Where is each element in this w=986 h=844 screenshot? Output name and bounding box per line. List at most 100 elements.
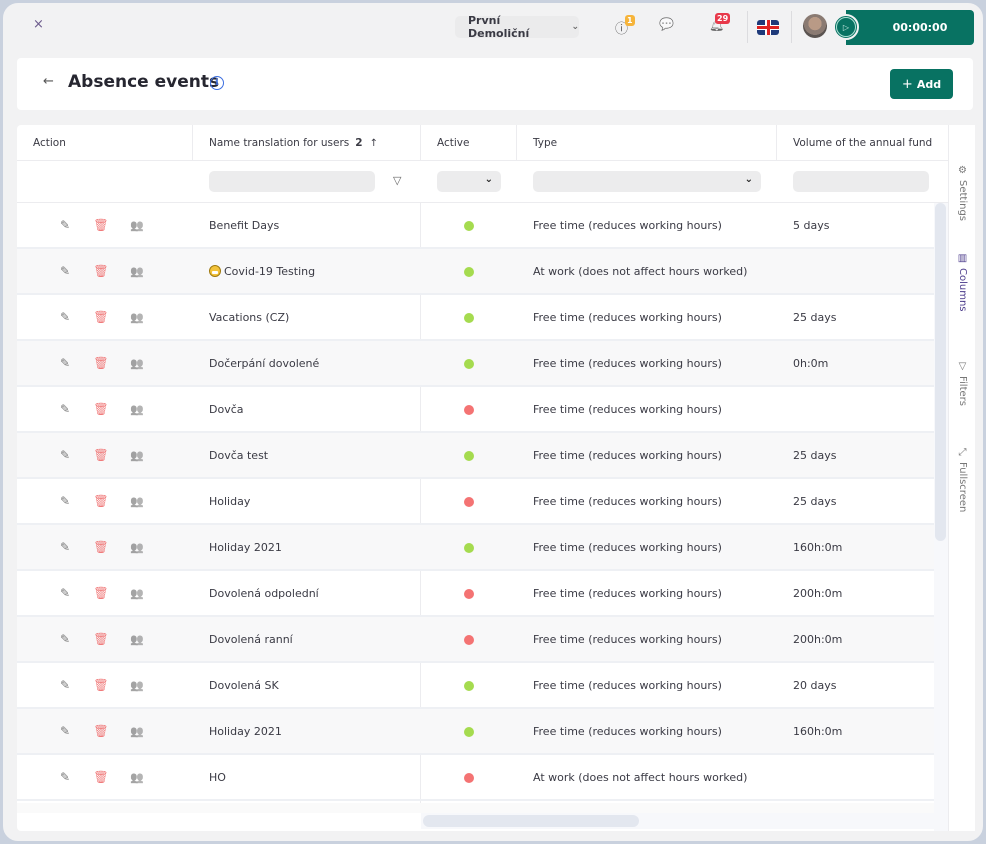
side-panel-columns[interactable]: ▥ Columns: [949, 253, 976, 312]
table-row[interactable]: ✎ 🗑 👥 Holiday Free time (reduces working hou…: [17, 479, 934, 525]
edit-icon[interactable]: ✎: [57, 402, 73, 416]
active-status-dot: [464, 221, 474, 231]
edit-icon[interactable]: ✎: [57, 540, 73, 554]
side-panel-filters[interactable]: ▽ Filters: [949, 361, 976, 406]
active-filter-select[interactable]: ⌄: [437, 171, 501, 192]
avatar[interactable]: [803, 14, 827, 38]
side-panel-fullscreen[interactable]: ⤢ Fullscreen: [949, 447, 976, 512]
column-header-active[interactable]: Active: [421, 125, 517, 161]
absence-events-table: Action Name translation for users 2 ↑ Ac…: [17, 125, 948, 831]
back-arrow-icon[interactable]: ←: [43, 74, 54, 89]
type-filter-select[interactable]: ⌄: [533, 171, 761, 192]
users-icon[interactable]: 👥: [129, 725, 145, 738]
delete-icon[interactable]: 🗑: [93, 494, 109, 508]
annual-fund-volume: 20 days: [793, 679, 837, 692]
users-icon[interactable]: 👥: [129, 311, 145, 324]
timer-button[interactable]: 00:00:00: [846, 10, 974, 45]
delete-icon[interactable]: 🗑: [93, 586, 109, 600]
users-icon[interactable]: 👥: [129, 495, 145, 508]
chat-icon[interactable]: 💬: [659, 17, 674, 31]
event-type: At work (does not affect hours worked): [533, 265, 748, 278]
edit-icon[interactable]: ✎: [57, 770, 73, 784]
inactive-status-dot: [464, 589, 474, 599]
info-icon[interactable]: i: [210, 76, 224, 90]
row-actions: ✎ 🗑 👥: [57, 402, 145, 416]
inactive-status-dot: [464, 405, 474, 415]
event-type: Free time (reduces working hours): [533, 357, 722, 370]
mask-emoji-icon: [209, 265, 221, 277]
delete-icon[interactable]: 🗑: [93, 356, 109, 370]
edit-icon[interactable]: ✎: [57, 724, 73, 738]
table-row[interactable]: ✎ 🗑 👥 Covid-19 Testing At work (does not aff…: [17, 249, 934, 295]
users-icon[interactable]: 👥: [129, 403, 145, 416]
edit-icon[interactable]: ✎: [57, 494, 73, 508]
table-row[interactable]: ✎ 🗑 👥 Holiday 2021 Free time (reduces workin…: [17, 709, 934, 755]
event-name: Dovolená odpolední: [209, 587, 319, 600]
table-row[interactable]: ✎ 🗑 👥 Dovča Free time (reduces working hours…: [17, 387, 934, 433]
company-selector[interactable]: První Demoliční ⌄: [455, 14, 579, 40]
table-row[interactable]: ✎ 🗑 👥 Dovolená SK Free time (reduces working…: [17, 663, 934, 709]
table-row[interactable]: ✎ 🗑 👥 Holiday 2021 Free time (reduces workin…: [17, 525, 934, 571]
table-row[interactable]: ✎ 🗑 👥 Vacations (CZ) Free time (reduces work…: [17, 295, 934, 341]
delete-icon[interactable]: 🗑: [93, 310, 109, 324]
users-icon[interactable]: 👥: [129, 771, 145, 784]
event-type: At work (does not affect hours worked): [533, 771, 748, 784]
event-type: Free time (reduces working hours): [533, 495, 722, 508]
inactive-status-dot: [464, 635, 474, 645]
volume-filter-input[interactable]: [793, 171, 929, 192]
delete-icon[interactable]: 🗑: [93, 402, 109, 416]
table-row[interactable]: ✎ 🗑 👥 Dovolená odpolední Free time (reduces …: [17, 571, 934, 617]
edit-icon[interactable]: ✎: [57, 356, 73, 370]
column-header-type[interactable]: Type: [517, 125, 777, 161]
edit-icon[interactable]: ✎: [57, 448, 73, 462]
column-header-name[interactable]: Name translation for users 2 ↑: [193, 125, 421, 161]
users-icon[interactable]: 👥: [129, 265, 145, 278]
vertical-scrollbar-thumb[interactable]: [935, 203, 946, 541]
event-type: Free time (reduces working hours): [533, 311, 722, 324]
active-status-dot: [464, 359, 474, 369]
users-icon[interactable]: 👥: [129, 587, 145, 600]
table-row[interactable]: ✎ 🗑 👥 Dovča test Free time (reduces working …: [17, 433, 934, 479]
add-button[interactable]: + Add: [890, 69, 953, 99]
horizontal-scrollbar-thumb[interactable]: [423, 815, 639, 827]
users-icon[interactable]: 👥: [129, 357, 145, 370]
play-button[interactable]: ▷: [833, 14, 859, 40]
edit-icon[interactable]: ✎: [57, 310, 73, 324]
chevron-down-icon: ⌄: [744, 174, 753, 185]
row-actions: ✎ 🗑 👥: [57, 448, 145, 462]
horizontal-scrollbar[interactable]: [421, 813, 934, 829]
vertical-scrollbar[interactable]: [934, 203, 948, 831]
uk-flag-icon[interactable]: [757, 20, 779, 35]
edit-icon[interactable]: ✎: [57, 218, 73, 232]
side-panel-label: Settings: [957, 180, 968, 222]
side-panel-settings[interactable]: ⚙ Settings: [949, 165, 976, 221]
filter-funnel-icon[interactable]: ▽: [393, 174, 401, 187]
table-row[interactable]: ✎ 🗑 👥 Benefit Days Free time (reduces workin…: [17, 203, 934, 249]
users-icon[interactable]: 👥: [129, 449, 145, 462]
table-row[interactable]: ✎ 🗑 👥 HO At work (does not affect hours work…: [17, 755, 934, 801]
users-icon[interactable]: 👥: [129, 219, 145, 232]
name-filter-input[interactable]: [209, 171, 375, 192]
close-icon[interactable]: ×: [33, 17, 44, 32]
delete-icon[interactable]: 🗑: [93, 264, 109, 278]
delete-icon[interactable]: 🗑: [93, 540, 109, 554]
delete-icon[interactable]: 🗑: [93, 770, 109, 784]
delete-icon[interactable]: 🗑: [93, 632, 109, 646]
divider: [747, 11, 748, 43]
delete-icon[interactable]: 🗑: [93, 678, 109, 692]
annual-fund-volume: 25 days: [793, 311, 837, 324]
users-icon[interactable]: 👥: [129, 679, 145, 692]
table-row[interactable]: ✎ 🗑 👥 Dočerpání dovolené Free time (reduces …: [17, 341, 934, 387]
delete-icon[interactable]: 🗑: [93, 724, 109, 738]
active-status-dot: [464, 543, 474, 553]
users-icon[interactable]: 👥: [129, 633, 145, 646]
edit-icon[interactable]: ✎: [57, 678, 73, 692]
delete-icon[interactable]: 🗑: [93, 218, 109, 232]
edit-icon[interactable]: ✎: [57, 586, 73, 600]
table-row[interactable]: ✎ 🗑 👥 Dovolená ranní Free time (reduces work…: [17, 617, 934, 663]
column-header-volume[interactable]: Volume of the annual fund: [777, 125, 948, 161]
edit-icon[interactable]: ✎: [57, 264, 73, 278]
edit-icon[interactable]: ✎: [57, 632, 73, 646]
users-icon[interactable]: 👥: [129, 541, 145, 554]
delete-icon[interactable]: 🗑: [93, 448, 109, 462]
